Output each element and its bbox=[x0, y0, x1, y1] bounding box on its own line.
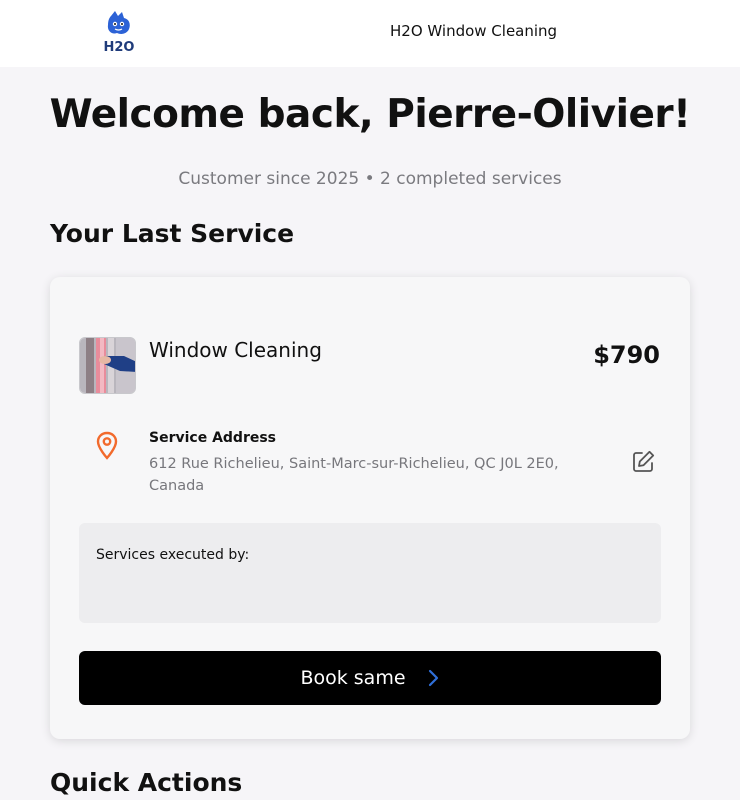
last-service-heading: Your Last Service bbox=[50, 219, 295, 248]
service-name: Window Cleaning bbox=[149, 338, 322, 362]
service-address-label: Service Address bbox=[149, 430, 277, 446]
window-cleaning-image-icon bbox=[80, 338, 135, 393]
brand-name: H2O Window Cleaning bbox=[390, 22, 558, 40]
logo[interactable]: H2O bbox=[100, 10, 138, 55]
book-same-label: Book same bbox=[300, 667, 406, 689]
logo-mascot-icon: H2O bbox=[104, 11, 135, 55]
chevron-right-icon bbox=[428, 669, 438, 687]
service-address: 612 Rue Richelieu, Saint-Marc-sur-Richel… bbox=[149, 456, 559, 494]
edit-icon bbox=[633, 450, 655, 472]
edit-address-button[interactable] bbox=[630, 449, 656, 475]
logo-text: H2O bbox=[104, 40, 135, 54]
map-pin-icon bbox=[96, 431, 118, 461]
last-service-card: Window Cleaning $790 Service Address 612… bbox=[50, 277, 690, 739]
welcome-title: Welcome back, Pierre-Olivier! bbox=[49, 92, 691, 137]
quick-actions-heading: Quick Actions bbox=[50, 768, 243, 797]
service-price: $790 bbox=[593, 341, 660, 369]
service-thumbnail bbox=[79, 337, 136, 394]
customer-summary: Customer since 2025 • 2 completed servic… bbox=[178, 169, 562, 189]
executed-by-label: Services executed by: bbox=[96, 547, 250, 563]
executed-by-panel: Services executed by: bbox=[79, 523, 661, 623]
top-bar: H2O H2O Window Cleaning bbox=[0, 0, 740, 67]
book-same-button[interactable]: Book same bbox=[79, 651, 661, 705]
